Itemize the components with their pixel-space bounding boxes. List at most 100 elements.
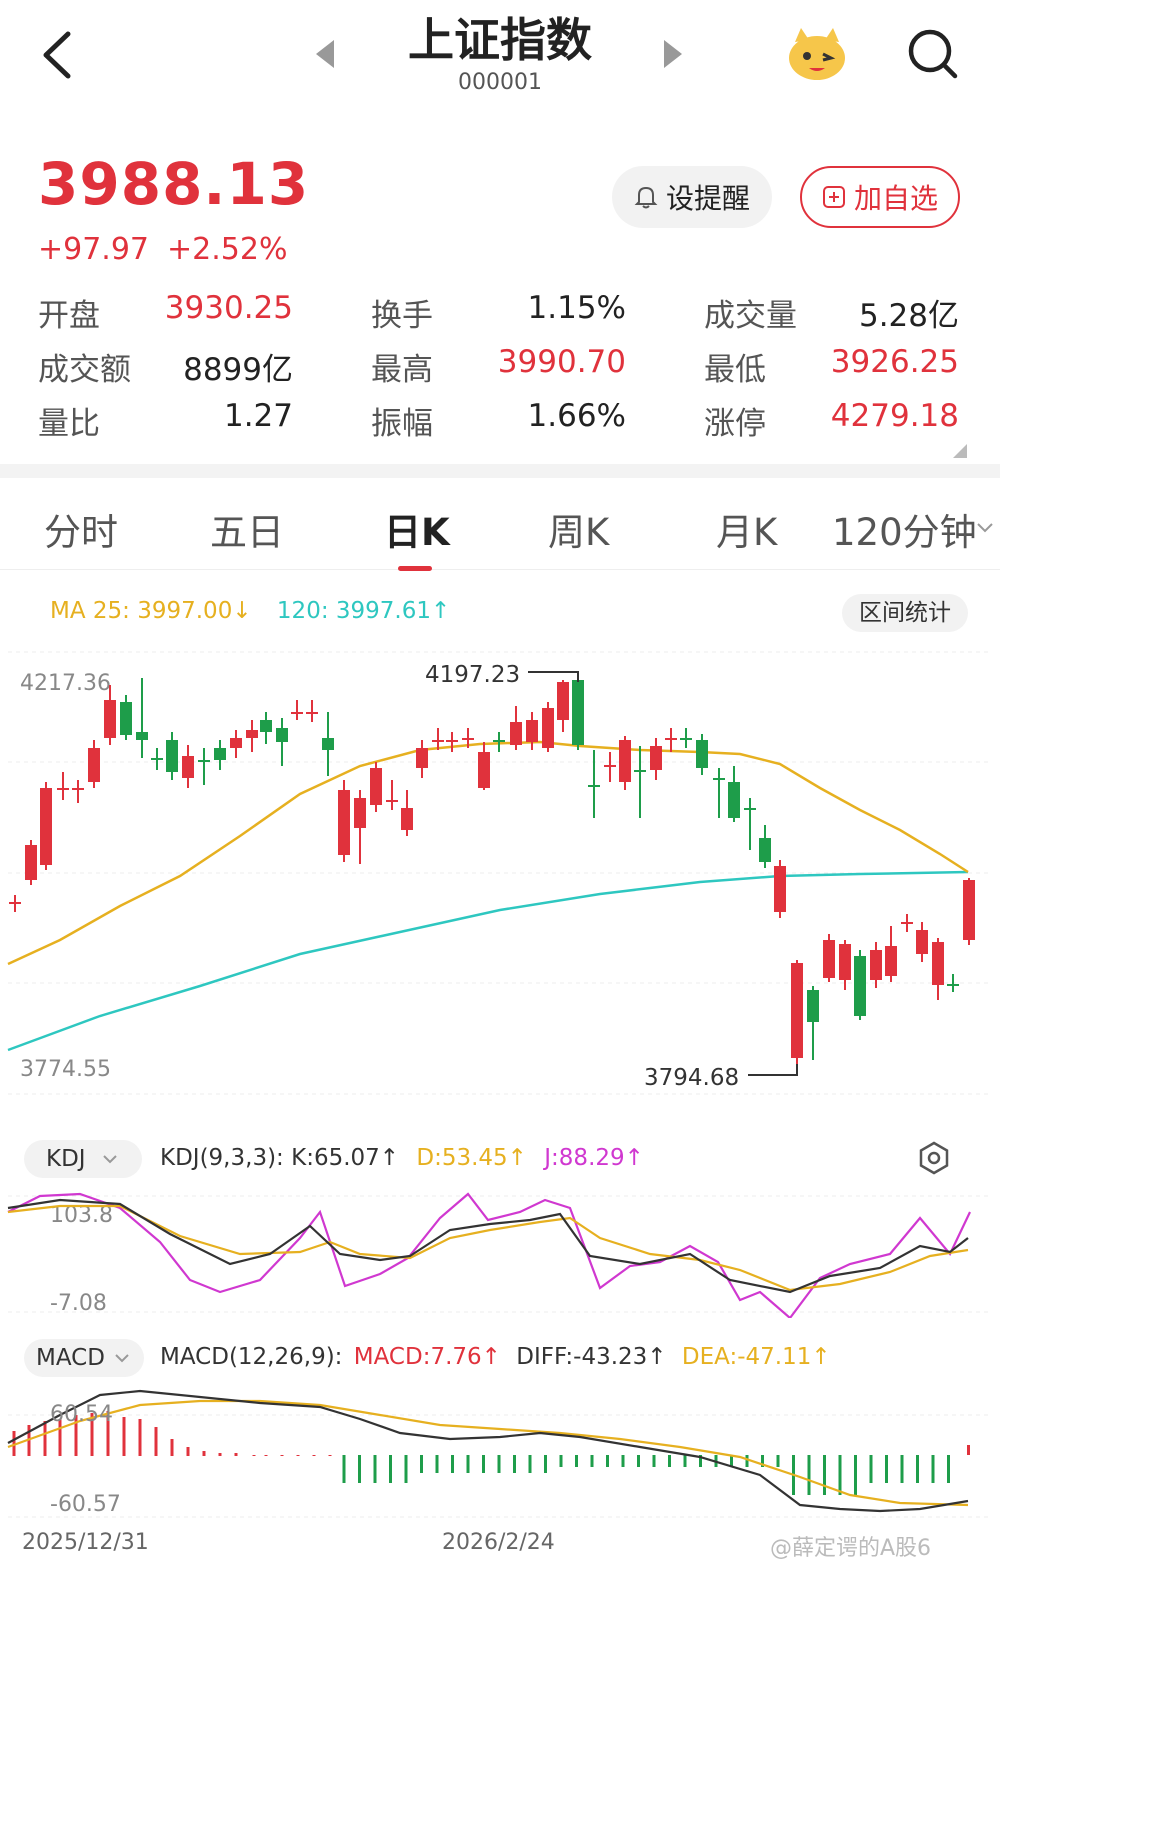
candle-body [40, 788, 52, 865]
macd-bar [122, 1417, 126, 1456]
candle-body [416, 748, 428, 768]
macd-bar [559, 1455, 563, 1467]
back-arrow-icon[interactable] [38, 30, 78, 80]
kdj-values: KDJ(9,3,3): K:65.07↑ D:53.45↑ J:88.29↑ [160, 1145, 644, 1171]
stat-open: 开盘 3930.25 [38, 290, 293, 334]
candle-body [72, 788, 84, 790]
candle-body [963, 880, 975, 940]
macd-bar [138, 1419, 142, 1456]
x-axis-mid-date: 2026/2/24 [442, 1530, 555, 1555]
mascot-icon[interactable] [785, 22, 849, 82]
macd-bar [668, 1455, 671, 1467]
candle-body [462, 738, 474, 740]
candlestick-chart[interactable]: 4217.36 3774.55 4197.23 3794.68 [0, 640, 1000, 1110]
high-marker-line [528, 671, 579, 682]
settings-hexagon-icon[interactable] [916, 1140, 952, 1176]
macd-bar [590, 1455, 594, 1467]
candle-body [246, 730, 258, 738]
candle-body [542, 708, 554, 748]
high-price-label: 4197.23 [425, 662, 520, 688]
set-alert-label: 设提醒 [665, 182, 750, 215]
candle-body [478, 752, 490, 788]
expand-corner-icon[interactable] [953, 444, 967, 458]
candle-body [120, 702, 132, 735]
macd-bar [186, 1447, 190, 1456]
y-axis-bottom-label: 3774.55 [20, 1057, 111, 1082]
tab-intraday[interactable]: 分时 [44, 502, 118, 556]
candle-body [260, 720, 272, 732]
tab-daily-k[interactable]: 日K [384, 502, 450, 556]
macd-bar [885, 1455, 888, 1483]
candle-body [136, 732, 148, 740]
prev-stock-icon[interactable] [316, 40, 334, 68]
macd-bar [745, 1455, 749, 1467]
candle-body [526, 720, 538, 742]
tab-five-day[interactable]: 五日 [210, 502, 284, 556]
candle-body [88, 748, 100, 782]
tab-120min[interactable]: 120分钟 [832, 502, 977, 556]
candle-body [839, 944, 851, 980]
kdj-ybottom-label: -7.08 [50, 1291, 107, 1316]
low-price-label: 3794.68 [644, 1065, 739, 1091]
macd-selector[interactable]: MACD [24, 1339, 144, 1377]
candle-body [182, 756, 194, 778]
kdj-j-line [7, 1192, 971, 1318]
macd-bar [652, 1455, 656, 1467]
chevron-down-icon[interactable] [976, 522, 994, 534]
stat-low: 最低 3926.25 [704, 344, 959, 388]
add-watchlist-button[interactable]: 加自选 [800, 166, 960, 228]
search-icon[interactable] [905, 26, 961, 82]
top-bar: 上证指数 000001 [0, 0, 1000, 120]
macd-bar [252, 1455, 256, 1456]
macd-bar [528, 1455, 532, 1473]
macd-bar [869, 1455, 873, 1483]
candle-body [432, 740, 444, 742]
macd-bar [916, 1455, 919, 1483]
candle-body [104, 700, 116, 738]
plus-box-icon [822, 186, 845, 208]
macd-bar [404, 1455, 408, 1483]
macd-bar [170, 1439, 174, 1456]
macd-bar [342, 1455, 346, 1483]
macd-bar [606, 1455, 609, 1467]
candle-body [854, 956, 866, 1016]
candle-body [932, 942, 944, 985]
candle-body [291, 712, 303, 714]
candle-body [276, 728, 288, 742]
candle-body [759, 838, 771, 862]
stats-row: 量比 1.27 振幅 1.66% 涨停 4279.18 [38, 398, 960, 452]
range-stats-button[interactable]: 区间统计 [842, 594, 968, 632]
macd-bar [482, 1455, 485, 1473]
tab-weekly-k[interactable]: 周K [548, 502, 609, 556]
macd-bar [838, 1455, 842, 1495]
set-alert-button[interactable]: 设提醒 [612, 166, 772, 228]
macd-bar [823, 1455, 826, 1495]
tab-monthly-k[interactable]: 月K [716, 502, 777, 556]
macd-bar [544, 1455, 547, 1473]
macd-bar [854, 1455, 857, 1495]
kdj-selector[interactable]: KDJ [24, 1140, 142, 1178]
watermark: @薛定谔的A股6 [770, 1536, 932, 1561]
candle-body [306, 712, 318, 714]
stock-code: 000001 [458, 70, 542, 95]
macd-bar [637, 1455, 640, 1467]
current-price: 3988.13 [38, 150, 310, 218]
candle-body [650, 746, 662, 770]
x-axis-start-date: 2025/12/31 [22, 1530, 149, 1555]
next-stock-icon[interactable] [664, 40, 682, 68]
candle-body [696, 740, 708, 768]
macd-bar [389, 1455, 392, 1483]
candle-body [510, 722, 522, 745]
candle-body [386, 800, 398, 802]
ma120-value: 120: 3997.61↑ [276, 598, 451, 624]
candle-body [25, 845, 37, 880]
macd-chart: 60.54 -60.57 [7, 1389, 992, 1518]
candle-body [354, 798, 366, 828]
stat-volume: 成交量 5.28亿 [704, 298, 959, 334]
macd-ytop-label: 60.54 [50, 1402, 113, 1427]
macd-bar [358, 1455, 361, 1483]
macd-bar [931, 1455, 935, 1483]
low-marker-line [748, 1064, 798, 1076]
macd-bar [575, 1455, 578, 1467]
macd-bar [218, 1453, 222, 1456]
